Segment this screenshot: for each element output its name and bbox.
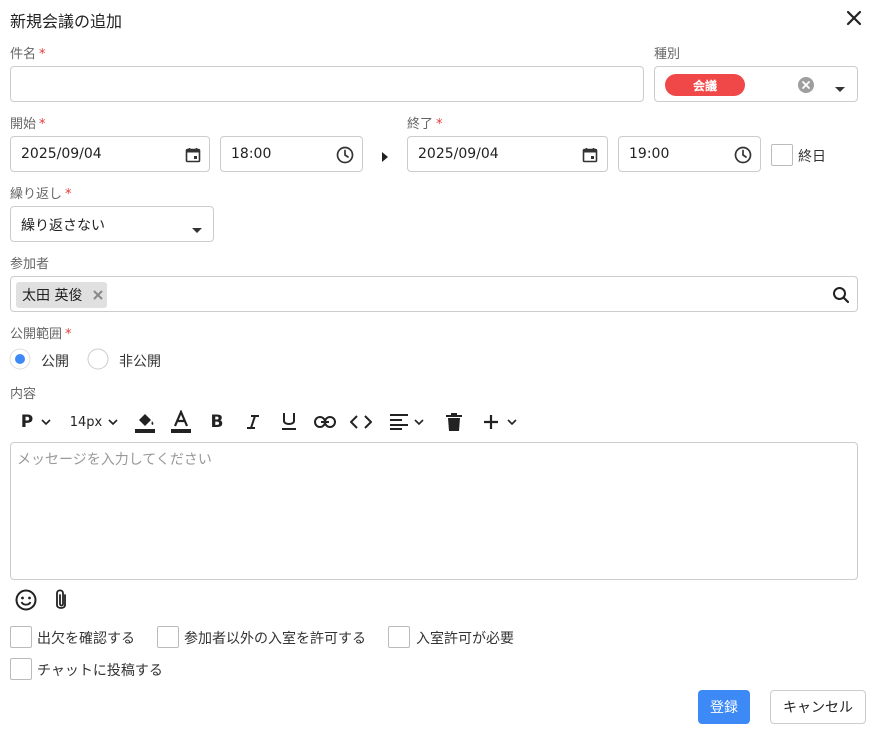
paragraph-button[interactable]: P xyxy=(14,407,58,437)
attendance-label: 出欠を確認する xyxy=(37,631,135,647)
underline-icon[interactable] xyxy=(277,407,301,437)
attach-icon[interactable] xyxy=(52,588,70,612)
radio-private-label: 非公開 xyxy=(119,354,161,370)
attendance-checkbox[interactable] xyxy=(10,626,32,648)
post-to-chat-checkbox[interactable] xyxy=(10,658,32,680)
type-label: 種別 xyxy=(654,47,681,62)
cancel-button[interactable]: キャンセル xyxy=(770,690,866,724)
type-select[interactable]: 会議 xyxy=(654,66,858,102)
all-day-checkbox[interactable] xyxy=(771,144,793,166)
start-date-value: 2025/09/04 xyxy=(21,146,102,162)
trash-icon[interactable] xyxy=(442,407,466,437)
participant-chip: 太田 英俊 xyxy=(16,282,107,308)
radio-public[interactable] xyxy=(9,348,31,370)
participants-input[interactable]: 太田 英俊 xyxy=(10,276,858,312)
message-editor[interactable]: メッセージを入力してください xyxy=(10,442,858,580)
font-size-button[interactable]: 14px xyxy=(66,407,122,437)
visibility-label: 公開範囲 * xyxy=(10,327,72,342)
text-color-icon[interactable] xyxy=(169,407,193,437)
clear-icon[interactable] xyxy=(797,76,815,98)
add-icon[interactable] xyxy=(478,407,522,437)
end-date-value: 2025/09/04 xyxy=(418,146,499,162)
subject-label: 件名 * xyxy=(10,47,46,62)
start-label: 開始 * xyxy=(10,117,46,132)
post-to-chat-label: チャットに投稿する xyxy=(37,663,163,679)
italic-icon[interactable] xyxy=(241,407,265,437)
dialog-title: 新規会議の追加 xyxy=(10,12,123,31)
repeat-label: 繰り返し * xyxy=(10,187,72,202)
clock-icon[interactable] xyxy=(734,146,752,168)
start-time-input[interactable]: 18:00 xyxy=(220,136,363,172)
fill-color-icon[interactable] xyxy=(133,407,157,437)
content-label: 内容 xyxy=(10,387,37,402)
end-time-input[interactable]: 19:00 xyxy=(618,136,761,172)
entry-permission-checkbox[interactable] xyxy=(388,626,410,648)
start-time-value: 18:00 xyxy=(231,146,272,162)
chevron-down-icon xyxy=(192,222,202,238)
repeat-select[interactable]: 繰り返さない xyxy=(10,206,214,242)
participant-chip-label: 太田 英俊 xyxy=(22,288,83,304)
allow-others-label: 参加者以外の入室を許可する xyxy=(184,631,366,647)
caret-right-icon xyxy=(382,150,388,166)
start-date-input[interactable]: 2025/09/04 xyxy=(10,136,210,172)
clock-icon[interactable] xyxy=(336,146,354,168)
radio-public-label: 公開 xyxy=(41,354,69,370)
end-time-value: 19:00 xyxy=(629,146,670,162)
end-label: 終了 * xyxy=(407,117,443,132)
repeat-value: 繰り返さない xyxy=(21,218,105,234)
message-placeholder: メッセージを入力してください xyxy=(17,452,212,468)
calendar-icon[interactable] xyxy=(582,147,598,167)
radio-private[interactable] xyxy=(87,348,109,370)
participants-label: 参加者 xyxy=(10,257,50,272)
emoji-icon[interactable] xyxy=(15,589,37,611)
align-icon[interactable] xyxy=(385,407,429,437)
submit-button[interactable]: 登録 xyxy=(698,690,750,724)
calendar-icon[interactable] xyxy=(185,147,201,167)
chip-remove-icon[interactable] xyxy=(93,290,103,300)
search-icon[interactable] xyxy=(832,286,850,308)
chevron-down-icon[interactable] xyxy=(835,81,845,97)
entry-permission-label: 入室許可が必要 xyxy=(416,631,514,647)
allow-others-checkbox[interactable] xyxy=(157,626,179,648)
code-icon[interactable] xyxy=(348,407,374,437)
type-chip: 会議 xyxy=(665,74,745,96)
all-day-label: 終日 xyxy=(798,149,826,165)
link-icon[interactable] xyxy=(312,407,338,437)
close-icon[interactable] xyxy=(843,7,865,29)
subject-input[interactable] xyxy=(10,66,644,102)
bold-icon[interactable]: B xyxy=(205,407,229,437)
end-date-input[interactable]: 2025/09/04 xyxy=(407,136,608,172)
